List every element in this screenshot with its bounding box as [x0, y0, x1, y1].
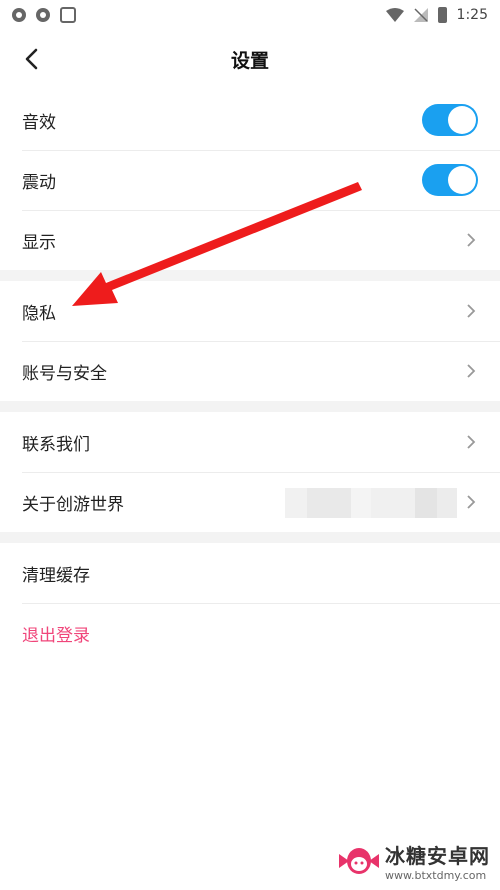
chevron-right-icon [467, 364, 476, 378]
section-divider [0, 532, 500, 543]
status-system: 1:25 [385, 7, 488, 23]
status-time: 1:25 [456, 7, 488, 23]
notification-circle-icon [36, 8, 50, 22]
setting-sound[interactable]: 音效 [0, 90, 500, 150]
setting-logout[interactable]: 退出登录 [0, 603, 500, 663]
setting-label: 震动 [22, 172, 56, 193]
watermark-text: 冰糖安卓网 www.btxtdmy.com [385, 840, 490, 882]
setting-contact-us[interactable]: 联系我们 [0, 412, 500, 472]
section-divider [0, 270, 500, 281]
header: 设置 [0, 30, 500, 88]
setting-label: 音效 [22, 112, 56, 133]
logout-label: 退出登录 [22, 625, 90, 646]
battery-icon [437, 7, 447, 23]
setting-label: 清理缓存 [22, 565, 90, 586]
no-signal-icon [413, 8, 428, 22]
page-title: 设置 [230, 49, 269, 72]
notification-circle-icon [12, 8, 26, 22]
back-arrow-icon[interactable] [18, 44, 48, 74]
chevron-right-icon [467, 435, 476, 449]
chevron-right-icon [467, 495, 476, 509]
setting-vibration[interactable]: 震动 [0, 150, 500, 210]
vibration-toggle[interactable] [422, 164, 478, 196]
chevron-right-icon [467, 304, 476, 318]
setting-account-security[interactable]: 账号与安全 [0, 341, 500, 401]
watermark: 冰糖安卓网 www.btxtdmy.com [339, 840, 490, 882]
toggle-knob [448, 166, 476, 194]
settings-list: 音效 震动 显示 隐私 账号与安全 联系我们 关于创游世界 清理缓存 退出登录 [0, 90, 500, 663]
shopping-bag-icon [60, 7, 76, 23]
setting-label: 账号与安全 [22, 363, 107, 384]
setting-about[interactable]: 关于创游世界 [0, 472, 500, 532]
setting-privacy[interactable]: 隐私 [0, 281, 500, 341]
status-bar: 1:25 [0, 0, 500, 30]
setting-label: 联系我们 [22, 434, 90, 455]
watermark-name: 冰糖安卓网 [385, 844, 490, 868]
status-notifications [12, 7, 76, 23]
watermark-url: www.btxtdmy.com [385, 869, 487, 882]
section-divider [0, 401, 500, 412]
setting-clear-cache[interactable]: 清理缓存 [0, 543, 500, 603]
candy-logo-icon [339, 848, 379, 874]
setting-display[interactable]: 显示 [0, 210, 500, 270]
wifi-icon [385, 8, 404, 22]
toggle-knob [448, 106, 476, 134]
setting-label: 隐私 [22, 303, 56, 324]
sound-toggle[interactable] [422, 104, 478, 136]
setting-label: 关于创游世界 [22, 494, 124, 515]
chevron-right-icon [467, 233, 476, 247]
setting-label: 显示 [22, 232, 56, 253]
blurred-version-value [285, 488, 457, 518]
